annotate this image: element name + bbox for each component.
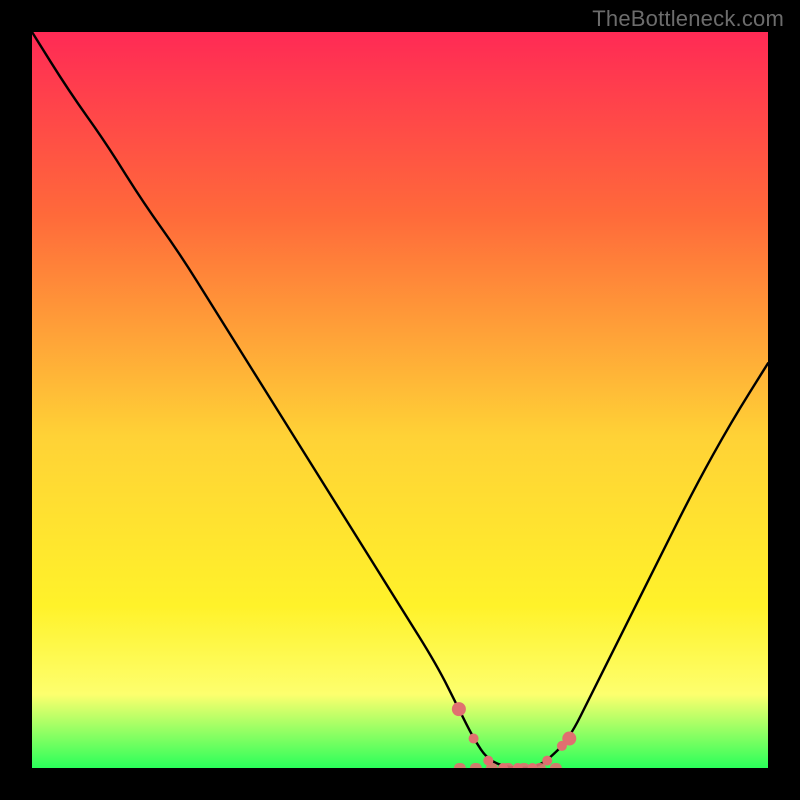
plot-background <box>32 32 768 768</box>
bottleneck-chart <box>32 32 768 768</box>
minimum-marker-dot <box>562 732 576 746</box>
chart-frame: TheBottleneck.com <box>0 0 800 800</box>
watermark-text: TheBottleneck.com <box>592 6 784 32</box>
minimum-marker-dot <box>469 734 479 744</box>
minimum-marker-dot <box>452 702 466 716</box>
